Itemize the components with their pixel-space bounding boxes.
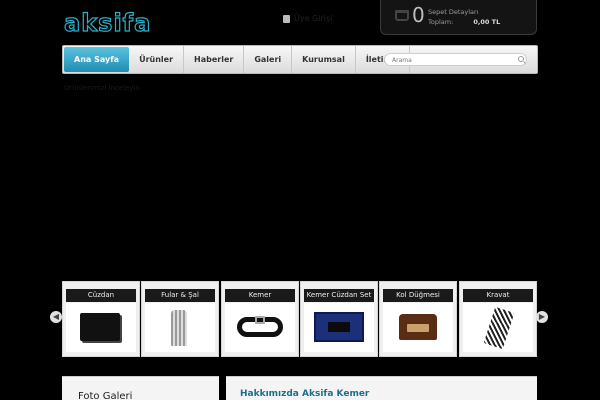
category-title: Kravat bbox=[463, 289, 533, 302]
cart-total-label: Toplam: bbox=[428, 18, 454, 26]
category-title: Kemer Cüzdan Set bbox=[304, 289, 374, 302]
about-panel: Hakkımızda Aksifa Kemer bbox=[226, 376, 537, 400]
category-image bbox=[66, 303, 136, 352]
wallet-image bbox=[80, 313, 120, 341]
search-input[interactable] bbox=[392, 55, 510, 65]
category-image bbox=[463, 303, 533, 352]
category-title: Cüzdan bbox=[66, 289, 136, 302]
nav-item-corporate[interactable]: Kurumsal bbox=[292, 46, 356, 73]
jewelry-box-image bbox=[399, 314, 437, 340]
category-carousel: ◀ Cüzdan Fular & Şal Kemer Kemer Cüzdan … bbox=[48, 281, 552, 357]
category-title: Kemer bbox=[225, 289, 295, 302]
category-card-scarf[interactable]: Fular & Şal bbox=[141, 281, 219, 357]
cart-total-row: Toplam: 0,00 TL bbox=[428, 18, 500, 26]
cart-icon bbox=[395, 10, 409, 21]
nav-item-home[interactable]: Ana Sayfa bbox=[64, 47, 130, 72]
nav-item-products[interactable]: Ürünler bbox=[129, 46, 185, 73]
photo-gallery-panel: Foto Galeri bbox=[62, 376, 219, 400]
nav-item-news[interactable]: Haberler bbox=[184, 46, 245, 73]
scarf-image bbox=[171, 310, 187, 346]
tie-image bbox=[483, 306, 515, 350]
about-title[interactable]: Hakkımızda Aksifa Kemer bbox=[240, 389, 369, 399]
logo[interactable]: aksifa bbox=[63, 8, 188, 38]
logo-text: aksifa bbox=[63, 8, 152, 37]
category-card-tie[interactable]: Kravat bbox=[459, 281, 537, 357]
search-icon[interactable] bbox=[518, 56, 524, 62]
carousel-prev-button[interactable]: ◀ bbox=[50, 311, 62, 323]
belt-buckle bbox=[255, 316, 265, 324]
photo-gallery-title: Foto Galeri bbox=[78, 391, 133, 400]
category-image bbox=[145, 303, 215, 352]
category-image bbox=[225, 303, 295, 352]
category-title: Fular & Şal bbox=[145, 289, 215, 302]
cart-widget[interactable]: 0 Sepet Detayları Toplam: 0,00 TL bbox=[380, 0, 537, 35]
gift-box-image bbox=[314, 312, 364, 342]
category-image bbox=[304, 303, 374, 352]
category-card-belt[interactable]: Kemer bbox=[221, 281, 299, 357]
category-card-wallet[interactable]: Cüzdan bbox=[62, 281, 140, 357]
search-box bbox=[384, 53, 527, 66]
category-card-cufflinks[interactable]: Kol Düğmesi bbox=[379, 281, 457, 357]
login-link[interactable]: Üye Girişi bbox=[283, 14, 332, 23]
category-image bbox=[383, 303, 453, 352]
carousel-next-button[interactable]: ▶ bbox=[536, 311, 548, 323]
cart-total-value: 0,00 TL bbox=[473, 18, 501, 26]
category-card-belt-wallet-set[interactable]: Kemer Cüzdan Set bbox=[300, 281, 378, 357]
user-icon bbox=[283, 14, 290, 23]
cart-label[interactable]: Sepet Detayları bbox=[428, 8, 479, 16]
nav-item-gallery[interactable]: Galeri bbox=[244, 46, 293, 73]
category-title: Kol Düğmesi bbox=[383, 289, 453, 302]
cart-count: 0 bbox=[412, 3, 425, 27]
login-link-label: Üye Girişi bbox=[294, 14, 333, 23]
breadcrumb: Ürünlerimizi İnceleyin bbox=[64, 84, 140, 92]
